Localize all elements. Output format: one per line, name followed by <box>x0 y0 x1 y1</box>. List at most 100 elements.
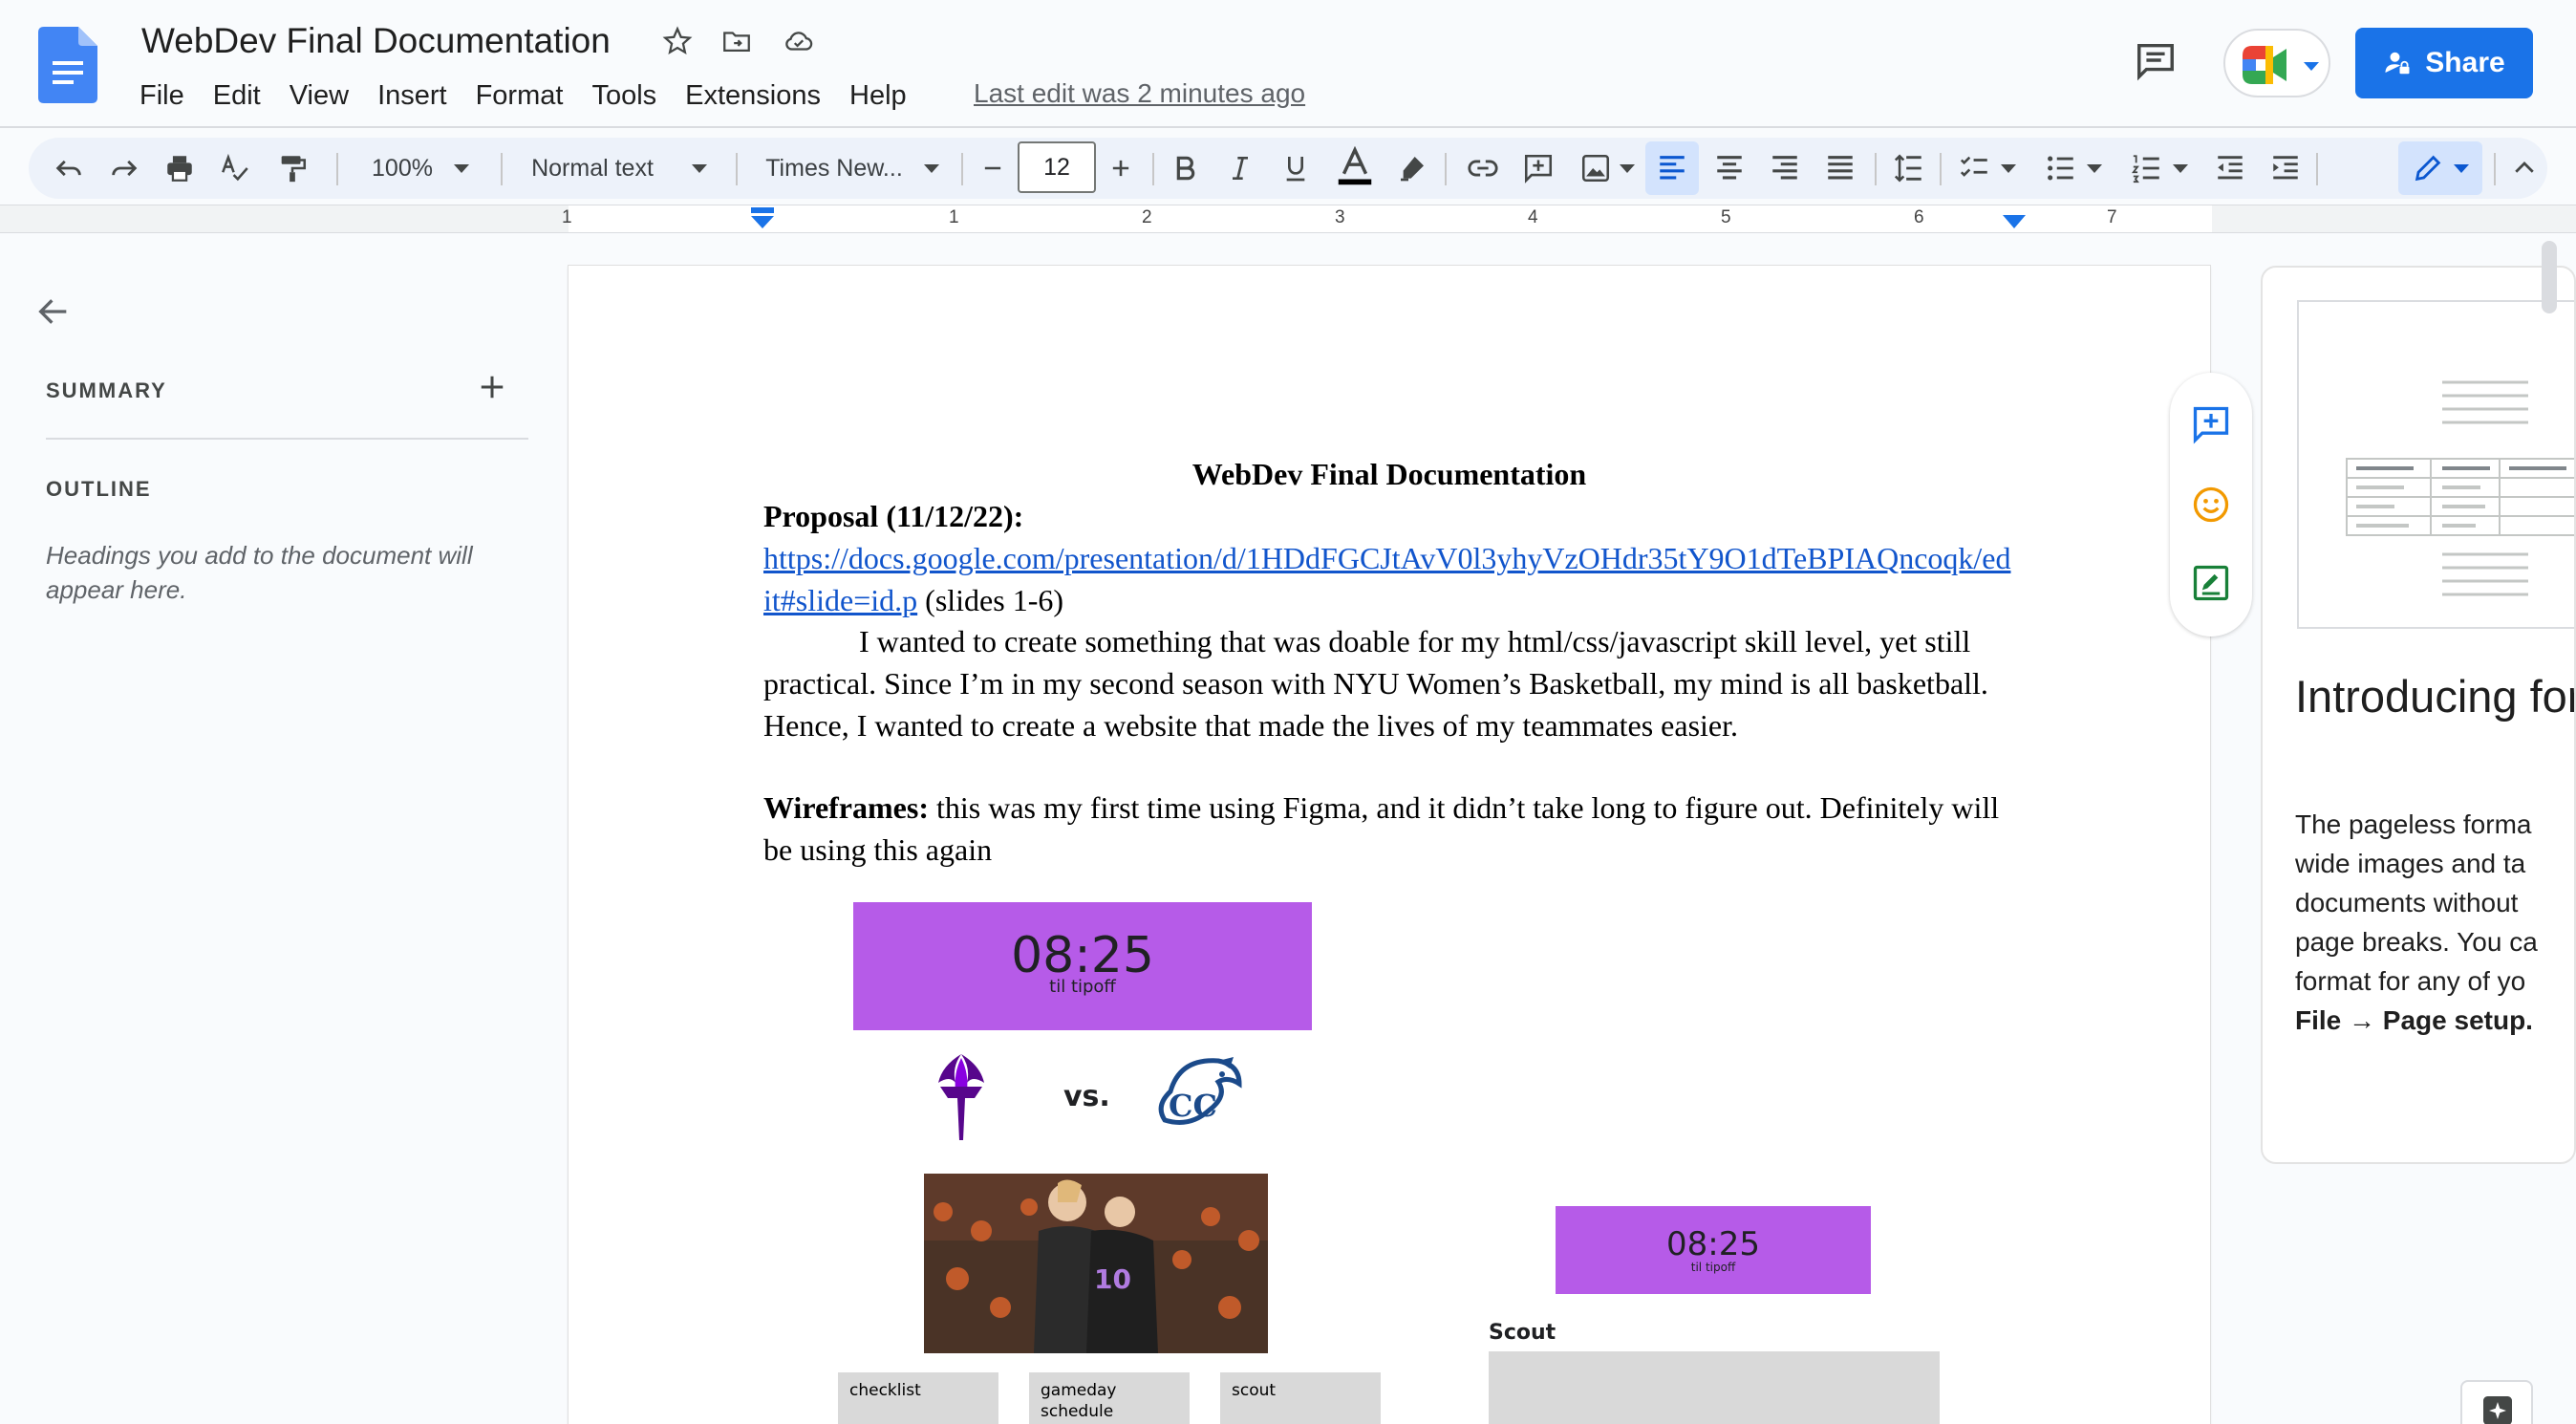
style-select[interactable]: Normal text <box>514 138 724 199</box>
increase-indent-icon[interactable] <box>2263 138 2308 199</box>
proposal-link-paragraph: https://docs.google.com/presentation/d/1… <box>763 537 2015 621</box>
outline-hint: Headings you add to the document will ap… <box>46 541 473 604</box>
align-right-icon[interactable] <box>1762 138 1808 199</box>
mockup-timer-caption: til tipoff <box>1049 977 1116 997</box>
slides-note: (slides 1-6) <box>917 583 1064 617</box>
player-number: 10 <box>1094 1263 1131 1295</box>
align-left-icon[interactable] <box>1645 141 1699 195</box>
wireframes-label: Wireframes: <box>763 790 929 825</box>
meet-button[interactable] <box>2223 29 2330 97</box>
page-setup-link[interactable]: File → Page setup. <box>2295 1001 2574 1040</box>
editing-mode-icon <box>2412 152 2444 184</box>
share-button[interactable]: Share <box>2355 28 2533 98</box>
docs-logo-icon[interactable] <box>38 27 97 103</box>
decrease-font-size-button[interactable] <box>970 138 1016 199</box>
chevron-down-icon <box>2454 163 2469 173</box>
add-emoji-reaction-icon[interactable] <box>2190 484 2232 526</box>
explore-icon <box>2479 1393 2516 1424</box>
mockup-gameday-button[interactable]: gameday schedule <box>1029 1372 1190 1424</box>
promo-line: The pageless forma <box>2295 809 2532 839</box>
font-size-input[interactable]: 12 <box>1018 141 1096 193</box>
comment-history-icon[interactable] <box>2133 38 2179 82</box>
promo-line: documents without <box>2295 888 2519 917</box>
proposal-label[interactable]: Proposal (11/12/22): <box>763 495 1023 537</box>
ruler-label: 1 <box>949 207 959 227</box>
meet-dropdown-icon <box>2304 62 2319 71</box>
paint-format-icon[interactable] <box>269 138 315 199</box>
increase-font-size-button[interactable] <box>1098 138 1144 199</box>
justify-icon[interactable] <box>1817 138 1863 199</box>
star-icon[interactable] <box>661 25 694 57</box>
player-photo[interactable]: 10 <box>924 1174 1268 1353</box>
last-edit-link[interactable]: Last edit was 2 minutes ago <box>974 78 1305 109</box>
ruler-label: 6 <box>1914 207 1924 227</box>
align-center-icon[interactable] <box>1707 138 1752 199</box>
menu-format[interactable]: Format <box>462 76 578 115</box>
cloud-saved-icon[interactable] <box>782 25 816 57</box>
ruler-label: 1 <box>562 207 572 227</box>
toolbar-divider <box>1152 153 1154 185</box>
mockup-scout-button[interactable]: scout <box>1220 1372 1381 1424</box>
suggest-edits-icon[interactable] <box>2190 562 2232 604</box>
wireframes-paragraph[interactable]: Wireframes: this was my first time using… <box>763 787 2015 871</box>
document-heading[interactable]: WebDev Final Documentation <box>569 453 2210 495</box>
insert-image-button[interactable] <box>1571 138 1643 199</box>
share-label: Share <box>2425 47 2505 78</box>
link-icon[interactable] <box>1460 138 1506 199</box>
menu-extensions[interactable]: Extensions <box>671 76 835 115</box>
menu-bar: File Edit View Insert Format Tools Exten… <box>140 76 921 115</box>
toolbar-divider <box>2494 153 2496 185</box>
promo-line: wide images and ta <box>2295 849 2526 878</box>
menu-tools[interactable]: Tools <box>577 76 671 115</box>
text-color-icon[interactable] <box>1328 138 1382 199</box>
decrease-indent-icon[interactable] <box>2207 138 2253 199</box>
chevron-down-icon <box>453 163 469 173</box>
intro-paragraph[interactable]: I wanted to create something that was do… <box>763 620 2015 746</box>
title-bar: WebDev Final Documentation File Edit Vie… <box>0 0 2576 128</box>
nyu-torch-logo-icon <box>933 1054 990 1140</box>
toolbar-divider <box>736 153 738 185</box>
underline-icon[interactable] <box>1273 138 1319 199</box>
close-outline-arrow-icon[interactable] <box>34 292 73 331</box>
move-folder-icon[interactable] <box>720 25 753 57</box>
editing-mode-button[interactable] <box>2398 141 2482 195</box>
checklist-button[interactable] <box>1949 138 2026 199</box>
ruler-label: 5 <box>1721 207 1731 227</box>
print-icon[interactable] <box>157 138 203 199</box>
explore-button[interactable] <box>2460 1380 2533 1424</box>
ruler-label: 3 <box>1335 207 1345 227</box>
highlight-icon[interactable] <box>1389 138 1435 199</box>
add-comment-icon[interactable] <box>1515 138 1561 199</box>
spellcheck-icon[interactable] <box>212 138 258 199</box>
outline-heading: OUTLINE <box>46 477 152 501</box>
font-select[interactable]: Times New... <box>747 138 957 199</box>
bold-icon[interactable] <box>1162 138 1208 199</box>
document-title[interactable]: WebDev Final Documentation <box>141 21 611 61</box>
mockup-checklist-button[interactable]: checklist <box>838 1372 998 1424</box>
menu-insert[interactable]: Insert <box>363 76 462 115</box>
menu-file[interactable]: File <box>140 76 199 115</box>
add-summary-icon[interactable] <box>478 373 506 401</box>
mockup2-timer-box[interactable]: 08:25 til tipoff <box>1556 1206 1871 1294</box>
add-comment-side-icon[interactable] <box>2190 403 2232 445</box>
zoom-select[interactable]: 100% <box>354 138 487 199</box>
scrollbar-thumb[interactable] <box>2542 241 2557 313</box>
bulleted-list-button[interactable] <box>2035 138 2112 199</box>
left-indent-marker-icon[interactable] <box>750 207 775 230</box>
menu-view[interactable]: View <box>275 76 363 115</box>
menu-help[interactable]: Help <box>835 76 921 115</box>
sidebar-divider <box>46 438 528 440</box>
ruler[interactable]: 1 1 2 3 4 5 6 7 <box>0 205 2576 233</box>
numbered-list-icon <box>2131 152 2163 184</box>
undo-icon[interactable] <box>46 138 92 199</box>
document-page[interactable]: WebDev Final Documentation Proposal (11/… <box>569 266 2210 1424</box>
redo-icon[interactable] <box>101 138 147 199</box>
mockup-timer-box[interactable]: 08:25 til tipoff <box>853 902 1312 1030</box>
italic-icon[interactable] <box>1217 138 1263 199</box>
right-indent-marker-icon[interactable] <box>2003 215 2026 230</box>
collapse-icon[interactable] <box>2503 138 2545 199</box>
line-spacing-icon[interactable] <box>1886 138 1932 199</box>
numbered-list-button[interactable] <box>2121 138 2198 199</box>
menu-edit[interactable]: Edit <box>199 76 275 115</box>
pageless-illustration <box>2297 300 2574 629</box>
